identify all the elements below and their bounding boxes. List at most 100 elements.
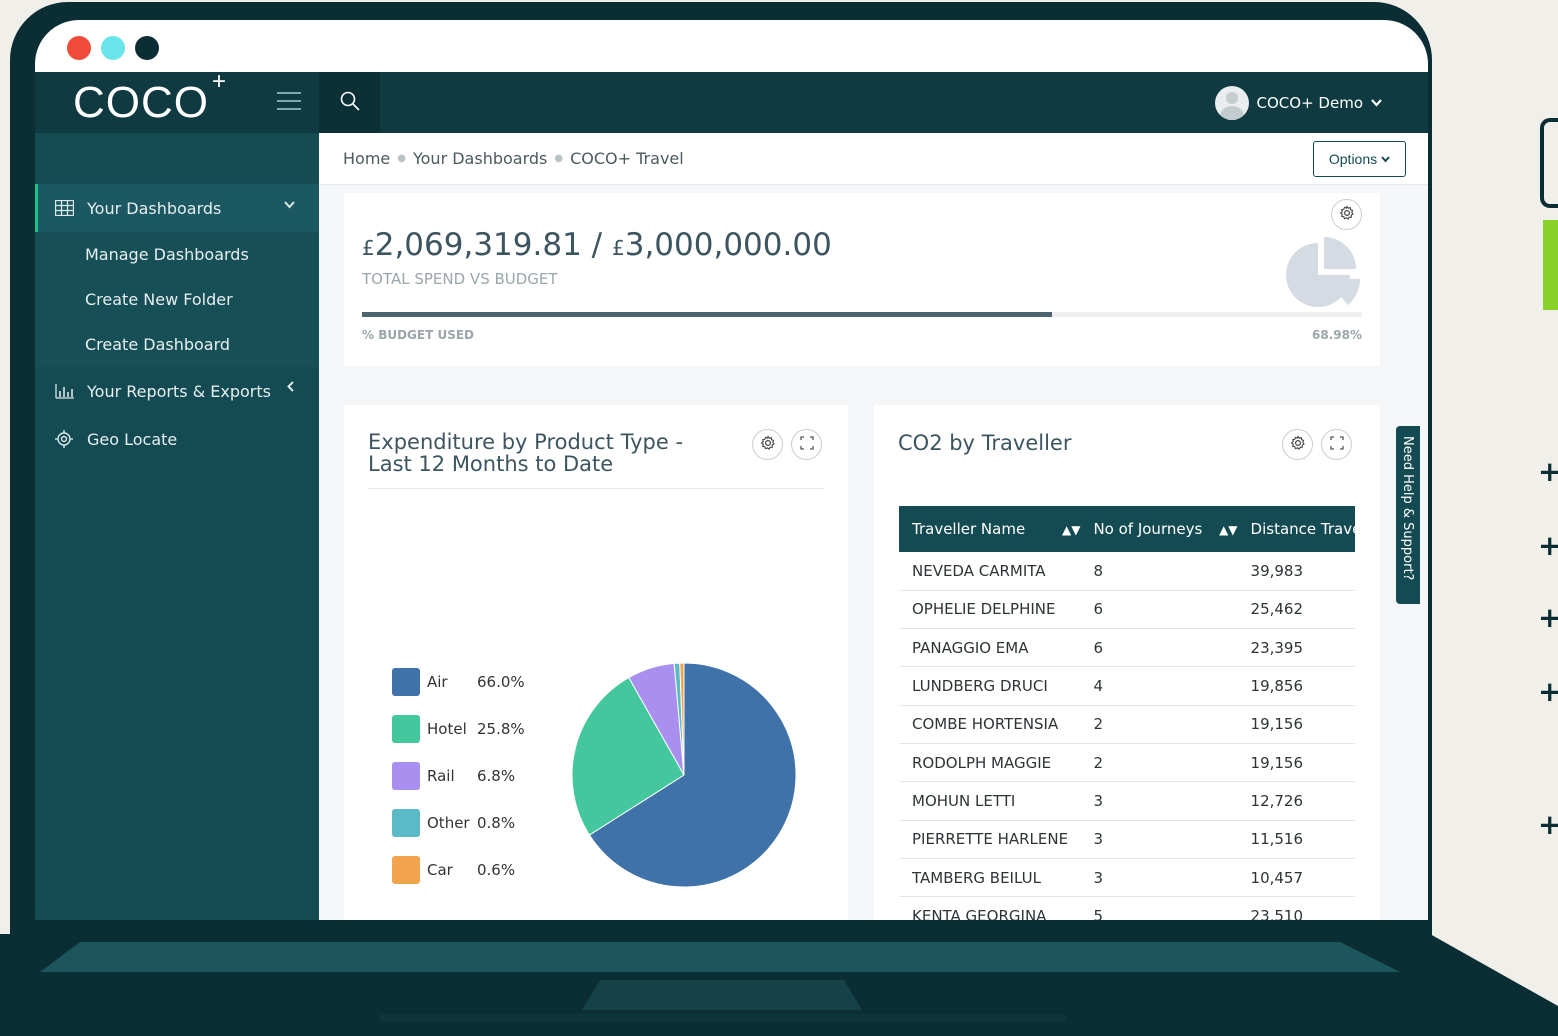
breadcrumb-separator: ● bbox=[554, 153, 564, 164]
expenditure-title-line1: Expenditure by Product Type - bbox=[368, 430, 684, 454]
table-row[interactable]: PIERRETTE HARLENE 3 11,516 bbox=[899, 820, 1355, 859]
expenditure-settings-button[interactable] bbox=[752, 429, 783, 460]
brand-logo[interactable]: COCO + bbox=[73, 68, 226, 128]
budget-subtitle: TOTAL SPEND VS BUDGET bbox=[362, 270, 558, 288]
legend-item[interactable]: Air 66.0% bbox=[392, 667, 525, 696]
maximize-dot[interactable] bbox=[135, 36, 159, 60]
options-button[interactable]: Options bbox=[1313, 141, 1406, 177]
close-dot[interactable] bbox=[67, 36, 91, 60]
sidebar-item-manage-dashboards[interactable]: Manage Dashboards bbox=[35, 232, 319, 277]
table-row[interactable]: KENTA GEORGINA 5 23,510 bbox=[899, 896, 1355, 920]
avatar bbox=[1214, 86, 1249, 120]
sort-icon[interactable]: ▲▼ bbox=[1062, 523, 1080, 537]
budget-settings-button[interactable] bbox=[1331, 199, 1362, 230]
journeys-cell: 3 bbox=[1080, 858, 1238, 898]
chevron-down-icon bbox=[1381, 155, 1390, 163]
chevron-down-icon bbox=[284, 198, 295, 213]
decorative-box bbox=[1540, 118, 1558, 208]
progress-label: % BUDGET USED bbox=[362, 328, 475, 342]
traveller-name-cell: COMBE HORTENSIA bbox=[899, 705, 1081, 744]
table-row[interactable]: COMBE HORTENSIA 2 19,156 bbox=[899, 705, 1355, 744]
chevron-down-icon bbox=[1371, 97, 1382, 110]
top-bar: COCO+ Demo bbox=[319, 72, 1428, 133]
amount-separator: / bbox=[591, 227, 603, 263]
expand-icon bbox=[799, 435, 814, 454]
distance-cell: 25,462 bbox=[1237, 590, 1355, 630]
sidebar-item-create-dashboard[interactable]: Create Dashboard bbox=[35, 322, 319, 367]
sidebar-item-reports-exports[interactable]: Your Reports & Exports bbox=[35, 367, 319, 415]
legend-label: Air bbox=[427, 672, 448, 691]
expenditure-expand-button[interactable] bbox=[791, 429, 822, 460]
table-header-row: Traveller Name ▲▼ No of Journeys ▲▼ Dist… bbox=[899, 506, 1355, 552]
plus-mark: + bbox=[1538, 675, 1558, 708]
table-row[interactable]: PANAGGIO EMA 6 23,395 bbox=[899, 628, 1355, 668]
distance-cell: 19,156 bbox=[1237, 743, 1355, 783]
sort-icon[interactable]: ▲▼ bbox=[1219, 523, 1237, 537]
distance-cell: 39,983 bbox=[1237, 552, 1355, 591]
help-support-tab[interactable]: Need Help & Support? bbox=[1396, 426, 1420, 604]
table-row[interactable]: OPHELIE DELPHINE 6 25,462 bbox=[899, 590, 1355, 630]
legend-value: 66.0% bbox=[477, 672, 525, 691]
column-header-distance[interactable]: Distance Travell bbox=[1237, 506, 1355, 552]
card-divider bbox=[368, 488, 824, 489]
co2-card: CO2 by Traveller Traveller Name ▲▼ No of… bbox=[874, 405, 1380, 920]
window-controls bbox=[67, 36, 159, 60]
traveller-name-cell: LUNDBERG DRUCI bbox=[899, 666, 1081, 706]
sidebar-item-geo-locate[interactable]: Geo Locate bbox=[35, 415, 319, 463]
legend-label: Rail bbox=[427, 766, 455, 785]
options-label: Options bbox=[1328, 151, 1378, 167]
sidebar-item-create-new-folder[interactable]: Create New Folder bbox=[35, 277, 319, 322]
table-row[interactable]: LUNDBERG DRUCI 4 19,856 bbox=[899, 666, 1355, 706]
hamburger-menu-icon[interactable] bbox=[277, 92, 301, 110]
co2-settings-button[interactable] bbox=[1282, 429, 1313, 460]
sidebar: COCO+ Your Dashboards Manage Dashboards bbox=[35, 68, 319, 920]
journeys-cell: 8 bbox=[1080, 552, 1238, 591]
column-header-journeys[interactable]: No of Journeys ▲▼ bbox=[1080, 506, 1238, 552]
sidebar-item-label: Create New Folder bbox=[85, 290, 233, 309]
gear-icon bbox=[760, 434, 776, 455]
table-row[interactable]: RODOLPH MAGGIE 2 19,156 bbox=[899, 743, 1355, 783]
legend-value: 6.8% bbox=[477, 766, 516, 785]
journeys-cell: 2 bbox=[1080, 705, 1238, 744]
plus-mark: + bbox=[1538, 808, 1558, 841]
legend-label: Other bbox=[427, 813, 470, 832]
minimize-dot[interactable] bbox=[101, 36, 125, 60]
sidebar-item-label: Manage Dashboards bbox=[85, 245, 249, 264]
co2-expand-button[interactable] bbox=[1321, 429, 1352, 460]
breadcrumb: Home ● Your Dashboards ● COCO+ Travel Op… bbox=[319, 133, 1428, 185]
legend-swatch bbox=[392, 714, 420, 743]
legend-item[interactable]: Car 0.6% bbox=[392, 855, 525, 884]
user-menu[interactable]: COCO+ Demo bbox=[1214, 86, 1382, 120]
legend-label: Car bbox=[427, 860, 453, 879]
gear-icon bbox=[1290, 434, 1306, 455]
journeys-cell: 5 bbox=[1080, 896, 1238, 920]
legend-item[interactable]: Rail 6.8% bbox=[392, 761, 525, 790]
distance-cell: 12,726 bbox=[1237, 781, 1355, 821]
column-header-traveller[interactable]: Traveller Name ▲▼ bbox=[899, 506, 1081, 552]
legend-item[interactable]: Other 0.8% bbox=[392, 808, 525, 837]
expand-icon bbox=[1329, 435, 1344, 454]
help-support-label: Need Help & Support? bbox=[1400, 436, 1415, 581]
traveller-name-cell: KENTA GEORGINA bbox=[899, 896, 1081, 920]
distance-cell: 10,457 bbox=[1237, 858, 1355, 898]
traveller-name-cell: PIERRETTE HARLENE bbox=[899, 820, 1081, 859]
traveller-name-cell: OPHELIE DELPHINE bbox=[899, 590, 1081, 630]
table-row[interactable]: TAMBERG BEILUL 3 10,457 bbox=[899, 858, 1355, 898]
distance-cell: 23,510 bbox=[1237, 896, 1355, 920]
search-button[interactable] bbox=[319, 72, 380, 133]
distance-cell: 11,516 bbox=[1237, 820, 1355, 859]
sidebar-item-your-dashboards[interactable]: Your Dashboards bbox=[35, 184, 319, 232]
table-row[interactable]: MOHUN LETTI 3 12,726 bbox=[899, 781, 1355, 821]
chevron-left-icon bbox=[287, 381, 295, 396]
traveller-name-cell: TAMBERG BEILUL bbox=[899, 858, 1081, 898]
table-row[interactable]: NEVEDA CARMITA 8 39,983 bbox=[899, 552, 1355, 591]
laptop-frame: COCO+ Your Dashboards Manage Dashboards bbox=[10, 2, 1432, 937]
sidebar-item-label: Geo Locate bbox=[87, 429, 178, 449]
distance-cell: 23,395 bbox=[1237, 628, 1355, 668]
breadcrumb-dashboards[interactable]: Your Dashboards bbox=[413, 149, 547, 168]
breadcrumb-home[interactable]: Home bbox=[343, 149, 390, 168]
expenditure-card: Expenditure by Product Type - Last 12 Mo… bbox=[344, 405, 848, 920]
legend-item[interactable]: Hotel 25.8% bbox=[392, 714, 525, 743]
column-header-label: Distance Travell bbox=[1250, 520, 1355, 538]
progress-value: 68.98% bbox=[1312, 328, 1362, 342]
